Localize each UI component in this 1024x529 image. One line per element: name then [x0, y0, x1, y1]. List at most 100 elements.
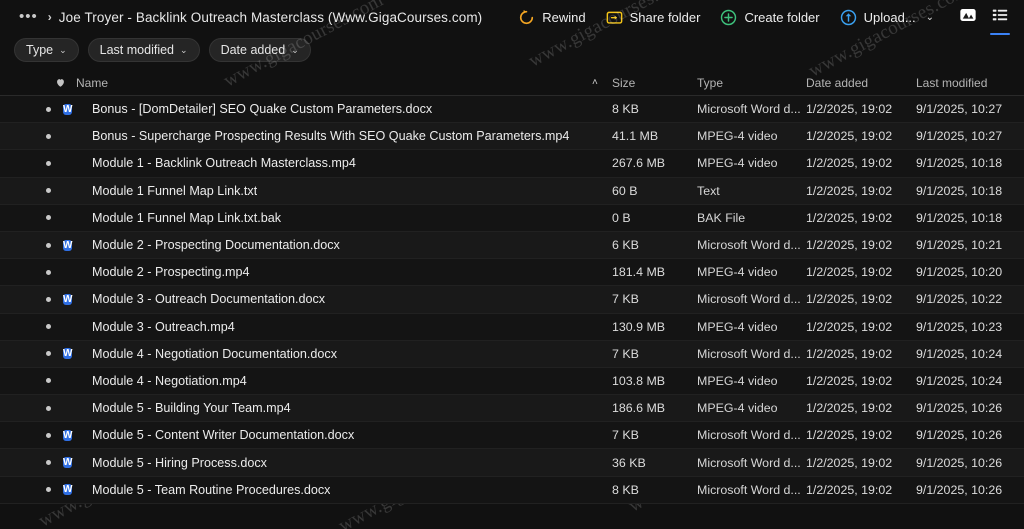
upload-button[interactable]: Upload... ⌄ [830, 4, 944, 31]
breadcrumb-separator-icon: › [47, 10, 52, 24]
file-type: Microsoft Word d... [697, 482, 801, 497]
create-folder-button[interactable]: Create folder [710, 4, 829, 31]
file-name[interactable]: Module 1 Funnel Map Link.txt.bak [92, 211, 281, 225]
toolbar-actions: Rewind Share folder Create folder Upload… [508, 4, 944, 31]
column-header-name[interactable]: Name [76, 76, 108, 90]
filter-chip-date-added[interactable]: Date added ⌄ [208, 38, 311, 62]
upload-label: Upload... [863, 9, 916, 25]
file-type-icon [63, 400, 80, 417]
file-name[interactable]: Module 4 - Negotiation.mp4 [92, 374, 247, 388]
file-name[interactable]: Module 5 - Building Your Team.mp4 [92, 401, 291, 415]
file-type: Text [697, 183, 720, 198]
filter-chip-type-label: Type [26, 43, 54, 57]
table-row[interactable]: Module 2 - Prospecting.mp4 181.4 MB MPEG-4… [0, 259, 1024, 287]
table-row[interactable]: W Bonus - [DomDetailer] SEO Quake Custom … [0, 96, 1024, 124]
row-status-dot [46, 269, 51, 275]
file-name[interactable]: Module 1 Funnel Map Link.txt [92, 184, 257, 198]
file-last-modified: 9/1/2025, 10:23 [916, 319, 1003, 334]
word-document-icon: W [63, 103, 73, 115]
row-status-dot [46, 106, 51, 112]
row-status-dot [46, 405, 51, 411]
word-document-icon: W [63, 429, 73, 441]
file-name[interactable]: Module 5 - Hiring Process.docx [92, 456, 267, 470]
filter-chip-last-modified[interactable]: Last modified ⌄ [87, 38, 200, 62]
file-name[interactable]: Bonus - [DomDetailer] SEO Quake Custom P… [92, 102, 432, 116]
file-size: 41.1 MB [612, 129, 659, 144]
table-row[interactable]: W Module 2 - Prospecting Documentation.do… [0, 231, 1024, 260]
file-type-icon [63, 264, 80, 281]
file-date-added: 1/2/2025, 19:02 [806, 401, 893, 416]
file-date-added: 1/2/2025, 19:02 [806, 319, 893, 334]
file-date-added: 1/2/2025, 19:02 [806, 210, 893, 225]
breadcrumb-folder-title[interactable]: Joe Troyer - Backlink Outreach Mastercla… [59, 10, 483, 25]
filter-chip-bar: Type ⌄ Last modified ⌄ Date added ⌄ [0, 34, 1024, 70]
table-row[interactable]: Module 1 Funnel Map Link.txt.bak 0 B BAK F… [0, 204, 1024, 232]
file-name[interactable]: Module 5 - Content Writer Documentation.… [92, 428, 354, 442]
file-type: Microsoft Word d... [697, 455, 801, 470]
file-name[interactable]: Module 1 - Backlink Outreach Masterclass… [92, 156, 356, 170]
file-last-modified: 9/1/2025, 10:26 [916, 401, 1003, 416]
file-type-icon: W [63, 291, 80, 308]
table-row[interactable]: W Module 5 - Content Writer Documentation… [0, 422, 1024, 450]
filter-chip-last-modified-label: Last modified [99, 43, 175, 57]
file-size: 267.6 MB [612, 156, 666, 171]
filter-chip-type[interactable]: Type ⌄ [14, 38, 79, 62]
table-row[interactable]: W Module 5 - Hiring Process.docx 36 KB Micr… [0, 449, 1024, 477]
file-last-modified: 9/1/2025, 10:22 [916, 292, 1003, 307]
column-header-last-modified[interactable]: Last modified [916, 76, 987, 90]
share-folder-label: Share folder [629, 9, 701, 25]
table-row[interactable]: Module 1 Funnel Map Link.txt 60 B Text 1/2/… [0, 177, 1024, 205]
chevron-down-icon[interactable]: ⌄ [926, 12, 934, 23]
table-row[interactable]: Module 3 - Outreach.mp4 130.9 MB MPEG-4 vi… [0, 313, 1024, 341]
file-type-icon: W [63, 101, 80, 118]
file-name[interactable]: Module 3 - Outreach Documentation.docx [92, 292, 325, 306]
favorite-heart-icon[interactable] [38, 77, 66, 88]
file-size: 0 B [612, 210, 631, 225]
gallery-view-icon [960, 8, 976, 21]
sort-ascending-icon[interactable]: ˄ [592, 77, 598, 88]
file-date-added: 1/2/2025, 19:02 [806, 428, 893, 443]
table-row[interactable]: W Module 5 - Team Routine Procedures.docx… [0, 476, 1024, 504]
row-status-dot [46, 242, 51, 248]
file-table: Name ˄ Size Type Date added Last modifie… [0, 70, 1024, 504]
row-status-dot [46, 188, 51, 194]
file-size: 181.4 MB [612, 265, 666, 280]
file-date-added: 1/2/2025, 19:02 [806, 265, 893, 280]
column-header-size[interactable]: Size [612, 76, 635, 90]
breadcrumb-overflow-button[interactable]: ••• [14, 9, 43, 24]
rewind-button[interactable]: Rewind [508, 4, 595, 31]
column-header-date-added[interactable]: Date added [806, 76, 868, 90]
file-type: MPEG-4 video [697, 319, 778, 334]
gallery-view-button[interactable] [954, 2, 982, 33]
file-type-icon [63, 318, 80, 335]
file-name[interactable]: Module 2 - Prospecting Documentation.doc… [92, 238, 340, 252]
file-name[interactable]: Module 5 - Team Routine Procedures.docx [92, 483, 330, 497]
file-name[interactable]: Bonus - Supercharge Prospecting Results … [92, 129, 569, 143]
table-row[interactable]: Module 4 - Negotiation.mp4 103.8 MB MPEG-4… [0, 367, 1024, 396]
share-folder-button[interactable]: Share folder [596, 4, 711, 31]
upload-arrow-icon [840, 9, 857, 26]
view-mode-controls [954, 2, 1018, 35]
file-last-modified: 9/1/2025, 10:18 [916, 156, 1003, 171]
file-last-modified: 9/1/2025, 10:27 [916, 102, 1003, 117]
list-view-button[interactable] [986, 2, 1014, 35]
row-status-dot [46, 160, 51, 166]
column-header-type[interactable]: Type [697, 76, 723, 90]
rewind-label: Rewind [542, 9, 586, 25]
file-name[interactable]: Module 3 - Outreach.mp4 [92, 320, 235, 334]
file-type: Microsoft Word d... [697, 238, 801, 253]
table-row[interactable]: Bonus - Supercharge Prospecting Results … [0, 123, 1024, 151]
file-name[interactable]: Module 4 - Negotiation Documentation.doc… [92, 347, 337, 361]
file-type: MPEG-4 video [697, 129, 778, 144]
table-row[interactable]: W Module 3 - Outreach Documentation.docx 7… [0, 286, 1024, 314]
table-row[interactable]: W Module 4 - Negotiation Documentation.do… [0, 340, 1024, 368]
table-row[interactable]: Module 5 - Building Your Team.mp4 186.6 M… [0, 395, 1024, 423]
file-last-modified: 9/1/2025, 10:24 [916, 346, 1003, 361]
top-toolbar: ••• › Joe Troyer - Backlink Outreach Mas… [0, 0, 1024, 35]
file-size: 60 B [612, 183, 638, 198]
create-folder-label: Create folder [744, 9, 820, 25]
file-date-added: 1/2/2025, 19:02 [806, 102, 893, 117]
table-row[interactable]: Module 1 - Backlink Outreach Masterclass… [0, 150, 1024, 178]
file-type: MPEG-4 video [697, 156, 778, 171]
file-name[interactable]: Module 2 - Prospecting.mp4 [92, 265, 250, 279]
